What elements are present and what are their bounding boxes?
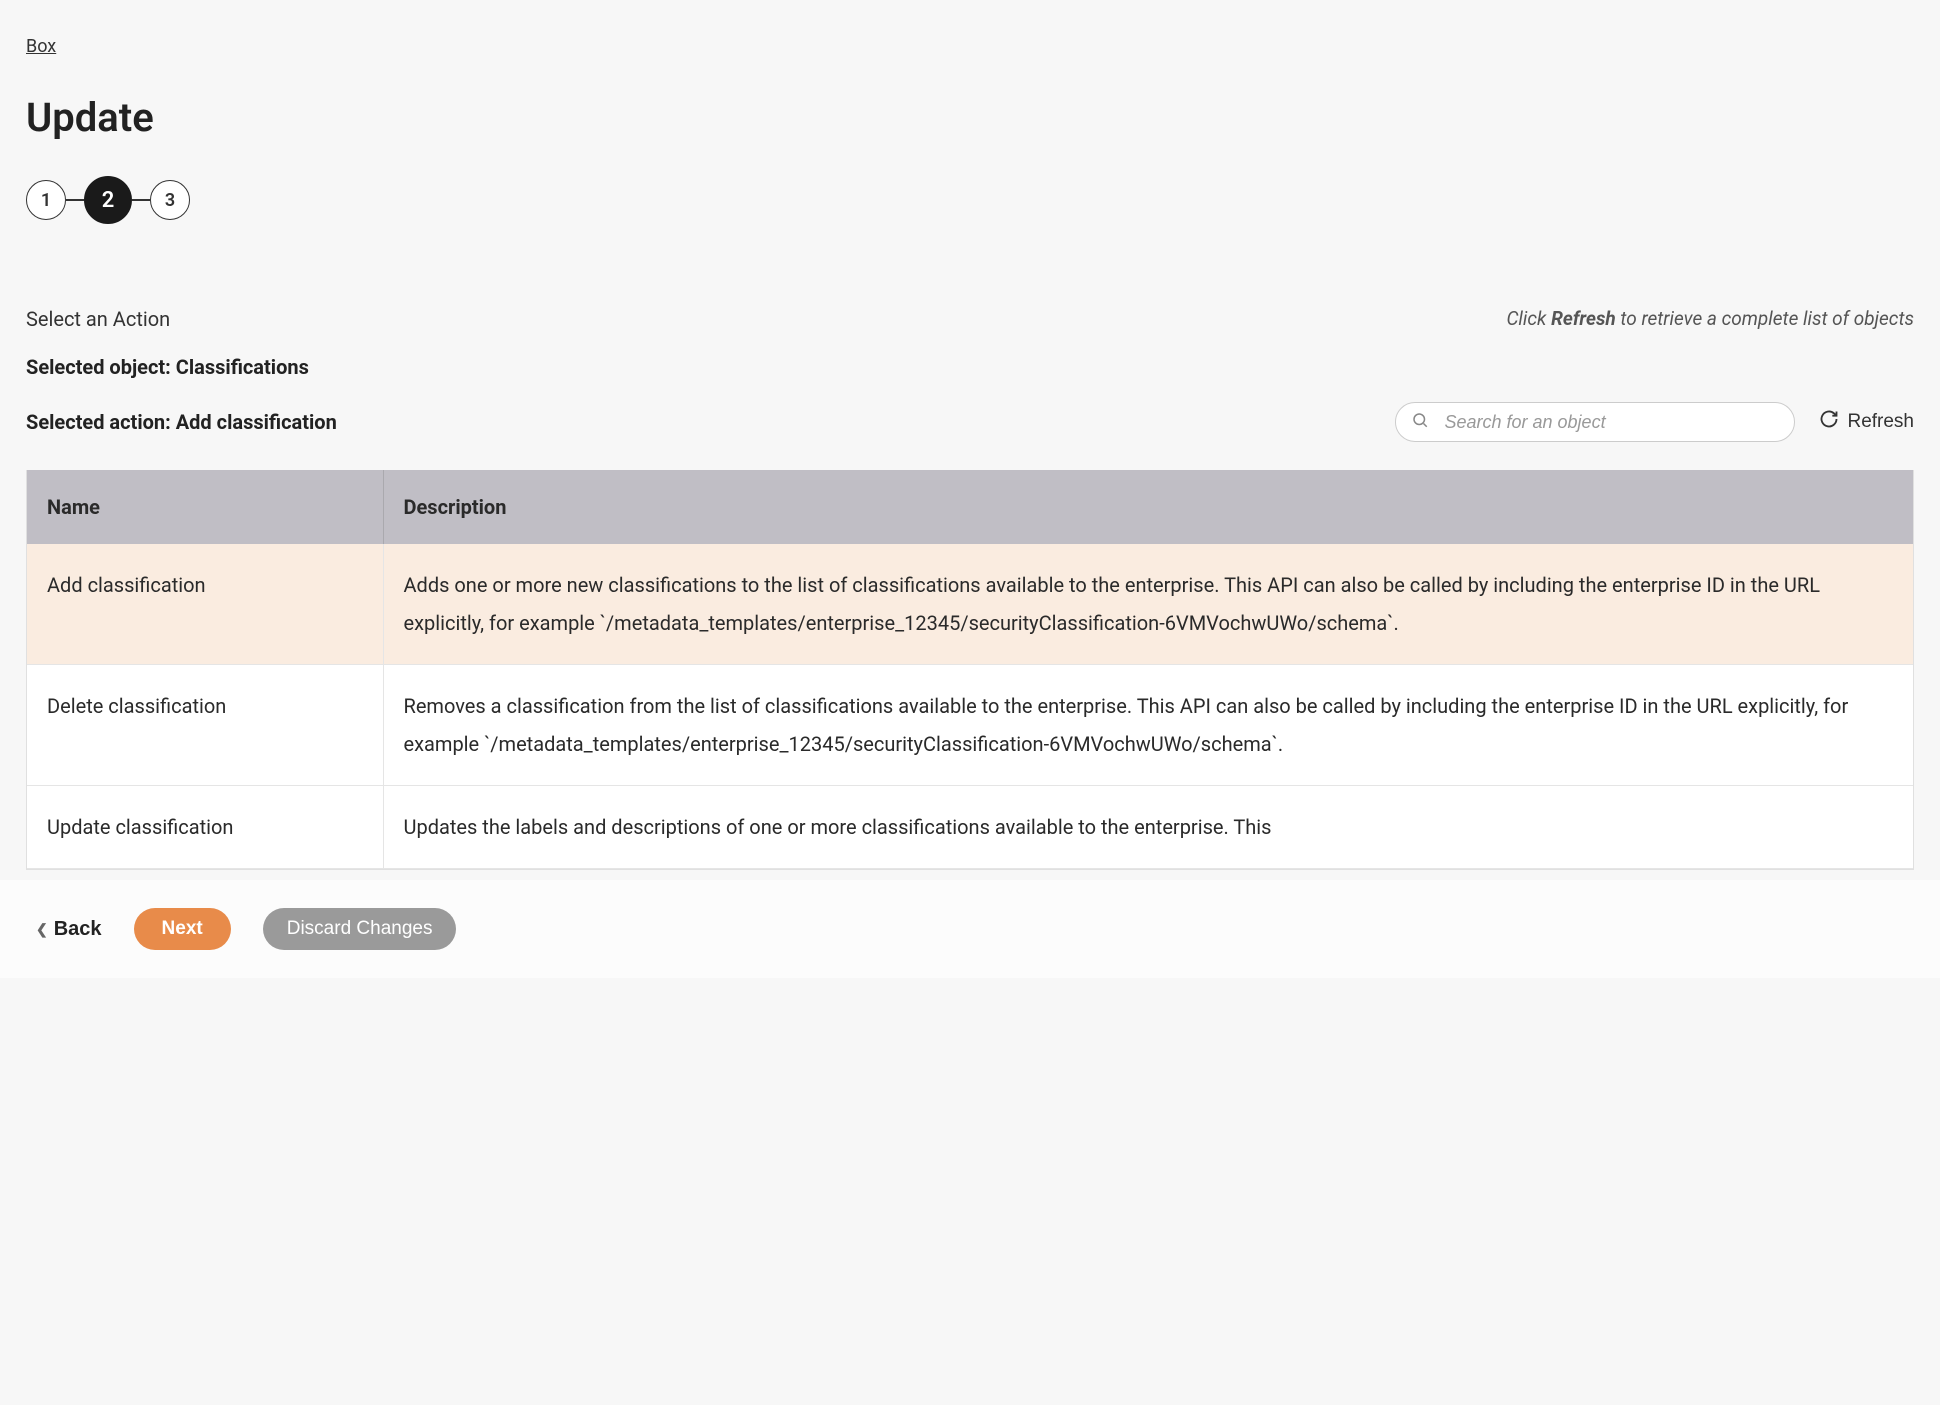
select-action-label: Select an Action bbox=[26, 304, 170, 334]
table-row[interactable]: Update classification Updates the labels… bbox=[27, 786, 1913, 869]
selected-object-line: Selected object: Classifications bbox=[26, 352, 1914, 382]
step-connector bbox=[66, 199, 84, 201]
hint-bold: Refresh bbox=[1551, 307, 1616, 330]
hint-prefix: Click bbox=[1506, 307, 1551, 330]
refresh-icon bbox=[1819, 409, 1839, 435]
col-header-description[interactable]: Description bbox=[383, 470, 1913, 544]
footer-bar: ❮ Back Next Discard Changes bbox=[0, 880, 1940, 978]
selected-action-value: Add classification bbox=[176, 410, 337, 434]
step-3[interactable]: 3 bbox=[150, 180, 190, 220]
back-label: Back bbox=[54, 918, 102, 941]
page-title: Update bbox=[26, 88, 1914, 148]
search-input[interactable] bbox=[1395, 402, 1795, 442]
row-description: Removes a classification from the list o… bbox=[383, 665, 1913, 786]
table-row[interactable]: Delete classification Removes a classifi… bbox=[27, 665, 1913, 786]
action-table: Name Description Add classification Adds… bbox=[27, 470, 1913, 869]
refresh-button[interactable]: Refresh bbox=[1819, 409, 1914, 435]
hint-suffix: to retrieve a complete list of objects bbox=[1616, 307, 1914, 330]
row-description: Adds one or more new classifications to … bbox=[383, 544, 1913, 665]
chevron-left-icon: ❮ bbox=[36, 921, 48, 938]
selected-action-prefix: Selected action: bbox=[26, 410, 176, 434]
refresh-hint: Click Refresh to retrieve a complete lis… bbox=[1506, 305, 1914, 334]
stepper: 1 2 3 bbox=[26, 176, 1914, 224]
row-name: Update classification bbox=[27, 786, 383, 869]
table-row[interactable]: Add classification Adds one or more new … bbox=[27, 544, 1913, 665]
back-button[interactable]: ❮ Back bbox=[36, 918, 102, 941]
next-button[interactable]: Next bbox=[134, 908, 231, 950]
action-table-container: Name Description Add classification Adds… bbox=[26, 470, 1914, 870]
discard-button[interactable]: Discard Changes bbox=[263, 908, 457, 950]
selected-object-prefix: Selected object: bbox=[26, 355, 176, 379]
row-name: Delete classification bbox=[27, 665, 383, 786]
col-header-name[interactable]: Name bbox=[27, 470, 383, 544]
row-name: Add classification bbox=[27, 544, 383, 665]
breadcrumb[interactable]: Box bbox=[26, 33, 56, 60]
selected-action-line: Selected action: Add classification bbox=[26, 407, 337, 437]
search-wrap bbox=[1395, 402, 1795, 442]
selected-object-value: Classifications bbox=[176, 355, 309, 379]
refresh-label: Refresh bbox=[1847, 411, 1914, 433]
step-2[interactable]: 2 bbox=[84, 176, 132, 224]
step-1[interactable]: 1 bbox=[26, 180, 66, 220]
search-icon bbox=[1411, 407, 1429, 437]
step-connector bbox=[132, 199, 150, 201]
row-description: Updates the labels and descriptions of o… bbox=[383, 786, 1913, 869]
